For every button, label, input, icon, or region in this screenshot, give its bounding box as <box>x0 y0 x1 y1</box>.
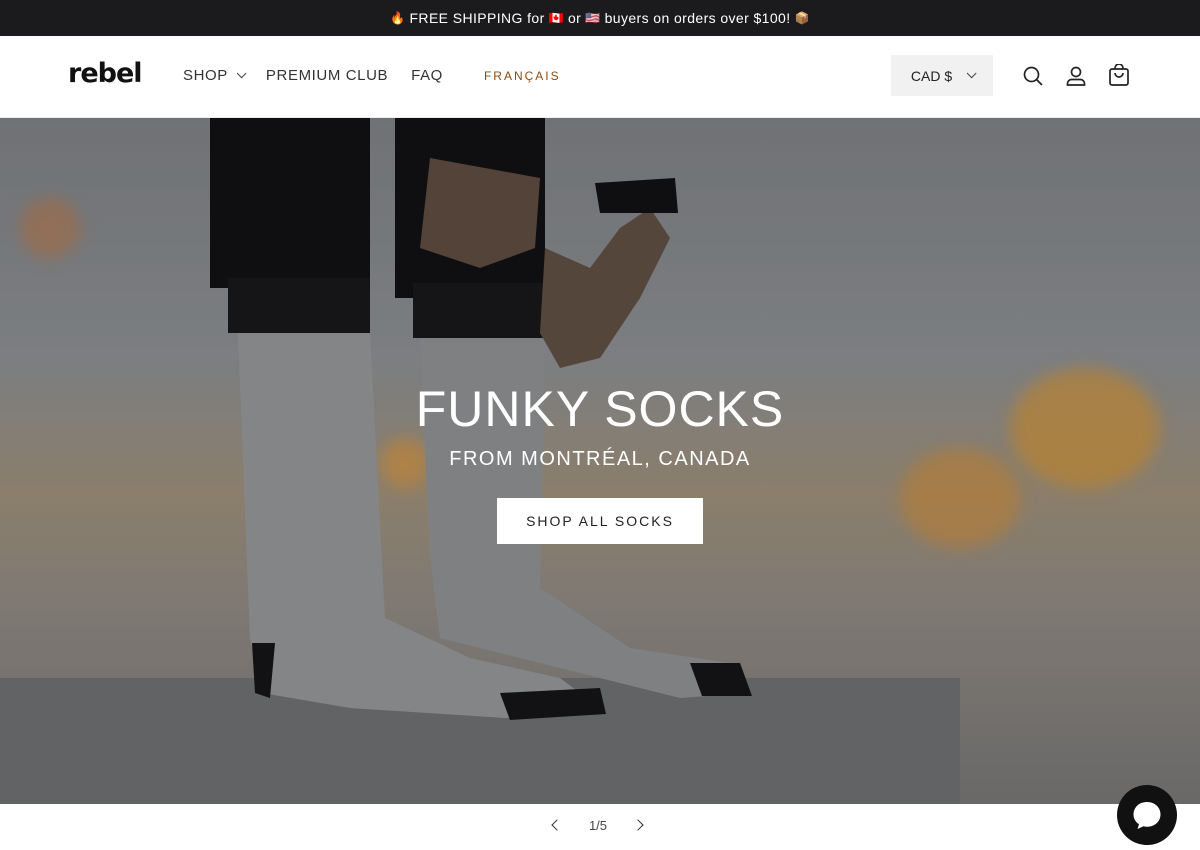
nav-shop-label: SHOP <box>183 67 228 84</box>
account-icon[interactable] <box>1064 64 1088 88</box>
hero-banner: FUNKY SOCKS FROM MONTRÉAL, CANADA SHOP A… <box>0 118 1200 804</box>
announcement-text-2: buyers on orders over $100! <box>604 10 791 26</box>
announcement-text-1: FREE SHIPPING for <box>409 10 545 26</box>
nav-shop[interactable]: SHOP <box>183 67 247 84</box>
hero-subtitle: FROM MONTRÉAL, CANADA <box>449 448 751 470</box>
shop-all-socks-button[interactable]: SHOP ALL SOCKS <box>497 498 703 544</box>
search-icon[interactable] <box>1021 64 1045 88</box>
nav-faq[interactable]: FAQ <box>411 67 443 84</box>
currency-label: CAD $ <box>910 67 953 84</box>
currency-selector[interactable]: CAD $ <box>891 55 993 96</box>
hero-title: FUNKY SOCKS <box>415 381 785 437</box>
nav-premium-club[interactable]: PREMIUM CLUB <box>266 67 388 84</box>
announcement-bar: 🔥 FREE SHIPPING for 🇨🇦 or 🇺🇸 buyers on o… <box>0 0 1200 36</box>
fire-icon: 🔥 <box>390 11 406 25</box>
site-header: rebel SHOP PREMIUM CLUB FAQ FRANÇAIS CAD… <box>0 36 1200 118</box>
chevron-down-icon <box>236 68 247 79</box>
language-switch[interactable]: FRANÇAIS <box>484 69 561 83</box>
chat-button[interactable] <box>1117 785 1177 845</box>
chat-bubble-icon <box>1133 802 1161 829</box>
canada-flag-icon: 🇨🇦 <box>548 11 564 25</box>
cart-icon[interactable] <box>1107 64 1131 88</box>
site-logo[interactable]: rebel <box>68 58 143 89</box>
hero-content: FUNKY SOCKS FROM MONTRÉAL, CANADA SHOP A… <box>0 380 1200 544</box>
slide-next-icon[interactable] <box>632 819 644 831</box>
package-icon: 📦 <box>794 11 810 25</box>
slide-prev-icon[interactable] <box>551 819 563 831</box>
main-nav: SHOP PREMIUM CLUB FAQ FRANÇAIS <box>183 67 584 84</box>
chevron-down-icon <box>966 68 977 79</box>
slide-counter: 1/5 <box>588 818 608 833</box>
announcement-or: or <box>568 10 582 26</box>
slider-controls: 1/5 <box>0 804 1200 850</box>
usa-flag-icon: 🇺🇸 <box>585 11 601 25</box>
